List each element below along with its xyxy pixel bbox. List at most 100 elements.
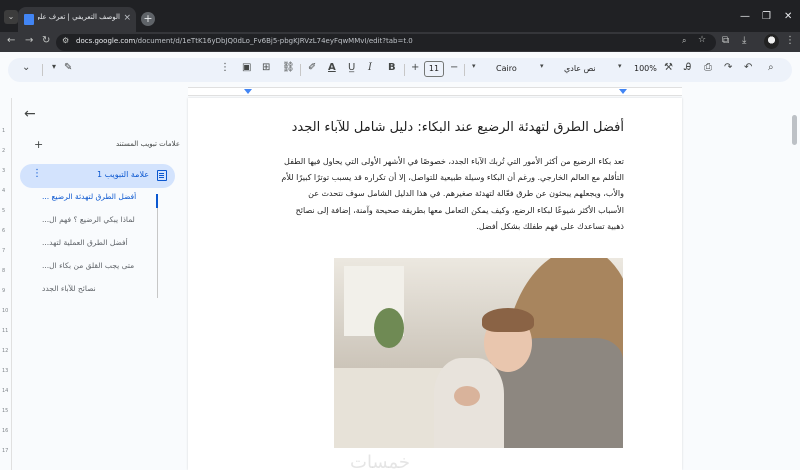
extensions-icon[interactable]: ⧉ [722, 35, 729, 46]
underline-icon[interactable]: U̲ [348, 62, 355, 73]
ruler-tick-label: 8 [2, 268, 6, 274]
paragraph-line: التأقلم مع العالم الخارجي. ورغم أن البكا… [281, 173, 624, 183]
site-info-icon[interactable]: ⚙ [62, 36, 69, 45]
zoom-dropdown-icon[interactable]: ▾ [618, 62, 622, 70]
star-icon[interactable]: ☆ [698, 35, 706, 45]
tab-more-icon[interactable]: ⋮ [32, 168, 42, 179]
add-comment-icon[interactable]: ⊞ [262, 62, 270, 73]
paragraph-style-select[interactable]: نص عادي [564, 64, 596, 73]
outline-title: علامات تبويب المستند [115, 140, 180, 148]
toolbar-divider [404, 64, 405, 76]
redo-icon[interactable]: ↷ [724, 62, 732, 73]
print-icon[interactable]: ⎙ [704, 62, 712, 73]
ruler-tick-label: 4 [2, 188, 6, 194]
outline-header: + علامات تبويب المستند [12, 138, 180, 152]
maximize-icon[interactable]: ❐ [762, 11, 771, 22]
profile-avatar[interactable] [764, 34, 779, 49]
heading-item[interactable]: أفضل الطرق لتهدئة الرضيع ... [42, 192, 162, 201]
ruler-tick-label: 11 [2, 328, 9, 334]
mother-baby-photo[interactable] [334, 258, 623, 448]
heading-item[interactable]: أفضل الطرق العملية لتهد... [42, 238, 162, 247]
font-dropdown-icon[interactable]: ▾ [472, 62, 476, 70]
document-heading: أفضل الطرق لتهدئة الرضيع عند البكاء: دلي… [291, 120, 624, 135]
ruler-tick-label: 6 [2, 228, 6, 234]
address-bar[interactable]: ⚙ docs.google.com/document/d/1eTtK16yDbJ… [56, 34, 716, 51]
document-tab-icon [157, 170, 167, 181]
editing-pencil-icon[interactable]: ✎ [64, 62, 72, 73]
paragraph-line: والأب، ويجعلهم يبحثون عن طرق فعّالة لتهد… [308, 189, 624, 199]
ruler-tick-label: 1 [2, 128, 6, 134]
ruler-tick-label: 7 [2, 248, 6, 254]
back-icon[interactable]: ← [7, 35, 15, 46]
watermark-logo: خمسات [350, 452, 411, 470]
search-menus-icon[interactable]: ⌕ [768, 62, 774, 73]
font-family-select[interactable]: Cairo [496, 64, 517, 73]
paragraph-line: ذهبية تساعدك على فهم طفلك بشكل أفضل. [476, 221, 624, 231]
italic-button[interactable]: I [368, 62, 372, 73]
paint-format-icon[interactable]: ⚒ [664, 62, 673, 73]
tab-title: الوصف التعريفي | تعرف على أن... [38, 13, 120, 21]
ruler-tick-label: 2 [2, 148, 6, 154]
new-tab-button[interactable]: + [141, 12, 155, 26]
ruler-tick-label: 14 [2, 388, 9, 394]
horizontal-ruler [0, 84, 800, 98]
insert-image-icon[interactable]: ▣ [242, 62, 251, 73]
tab-search-icon[interactable]: ⌄ [4, 10, 18, 24]
document-page[interactable]: أفضل الطرق لتهدئة الرضيع عند البكاء: دلي… [188, 98, 682, 470]
text-color-icon[interactable]: A [328, 62, 336, 73]
style-dropdown-icon[interactable]: ▾ [540, 62, 544, 70]
toolbar-divider [464, 64, 465, 76]
increase-font-icon[interactable]: + [411, 62, 419, 73]
font-size-input[interactable]: 11 [424, 61, 444, 77]
right-indent-marker[interactable] [619, 89, 627, 94]
minimize-icon[interactable]: — [740, 11, 750, 22]
browser-toolbar: ← → ↻ ⚙ docs.google.com/document/d/1eTtK… [0, 32, 800, 52]
docs-favicon-icon [24, 14, 34, 25]
left-indent-marker[interactable] [244, 89, 252, 94]
zoom-select[interactable]: 100% [634, 64, 657, 73]
document-paragraph: تعد بكاء الرضيع من أكثر الأمور التي تُرب… [244, 154, 624, 235]
undo-icon[interactable]: ↶ [744, 62, 752, 73]
collapse-menu-icon[interactable]: ⌄ [22, 62, 30, 73]
mode-dropdown-icon[interactable]: ▾ [52, 62, 56, 71]
insert-link-icon[interactable]: ⛓ [282, 62, 295, 73]
heading-item[interactable]: متى يجب القلق من بكاء ال... [42, 261, 162, 270]
add-tab-icon[interactable]: + [34, 138, 43, 151]
browser-tab[interactable]: الوصف التعريفي | تعرف على أن... × [18, 7, 136, 32]
ruler-tick-label: 13 [2, 368, 9, 374]
close-window-icon[interactable]: ✕ [784, 11, 792, 22]
ruler-tick-label: 10 [2, 308, 9, 314]
vertical-ruler: 1 2 3 4 5 6 7 8 9 10 11 12 13 14 15 16 17 [0, 98, 12, 470]
forward-icon[interactable]: → [25, 35, 33, 46]
highlight-color-icon[interactable]: ✐ [308, 62, 316, 73]
ruler-tick-label: 12 [2, 348, 9, 354]
paragraph-line: الأسباب الأكثر شيوعًا لبكاء الرضع، وكيف … [295, 205, 624, 215]
zoom-icon[interactable]: ⌕ [682, 36, 686, 46]
ruler-tick-label: 15 [2, 408, 9, 414]
tab-label: علامة التبويب 1 [96, 170, 149, 179]
decrease-font-icon[interactable]: − [450, 62, 458, 73]
heading-item[interactable]: لماذا يبكي الرضيع ؟ فهم ال... [42, 215, 162, 224]
more-options-icon[interactable]: ⋮ [220, 62, 230, 73]
toolbar-divider [42, 64, 43, 76]
reload-icon[interactable]: ↻ [42, 35, 50, 46]
document-tab-1[interactable]: ⋮ علامة التبويب 1 [20, 164, 175, 188]
paragraph-line: تعد بكاء الرضيع من أكثر الأمور التي تُرب… [284, 157, 624, 166]
ruler-tick-label: 9 [2, 288, 6, 294]
ruler-tick-label: 5 [2, 208, 6, 214]
browser-tab-strip: ⌄ الوصف التعريفي | تعرف على أن... × + — … [0, 0, 800, 32]
spellcheck-icon[interactable]: Ꭿ [684, 62, 691, 73]
document-outline-panel: ← + علامات تبويب المستند ⋮ علامة التبويب… [12, 98, 188, 470]
bold-button[interactable]: B [388, 62, 396, 73]
toolbar-divider [300, 64, 301, 76]
tab-close-icon[interactable]: × [123, 13, 131, 23]
docs-toolbar: ⌄ ▾ ✎ ⋮ ▣ ⊞ ⛓ ✐ A U̲ I B + 11 − ▾ Cairo … [8, 58, 792, 82]
ruler-tick-label: 3 [2, 168, 6, 174]
download-icon[interactable]: ⤓ [742, 35, 746, 46]
heading-item[interactable]: نصائح للآباء الجدد [42, 284, 162, 293]
close-outline-arrow-icon[interactable]: ← [24, 106, 36, 122]
menu-icon[interactable]: ⋮ [785, 35, 795, 46]
page-scrollbar[interactable] [792, 115, 797, 145]
ruler-track[interactable] [188, 87, 682, 96]
url-text: docs.google.com/document/d/1eTtK16yDbJQ0… [76, 37, 413, 45]
